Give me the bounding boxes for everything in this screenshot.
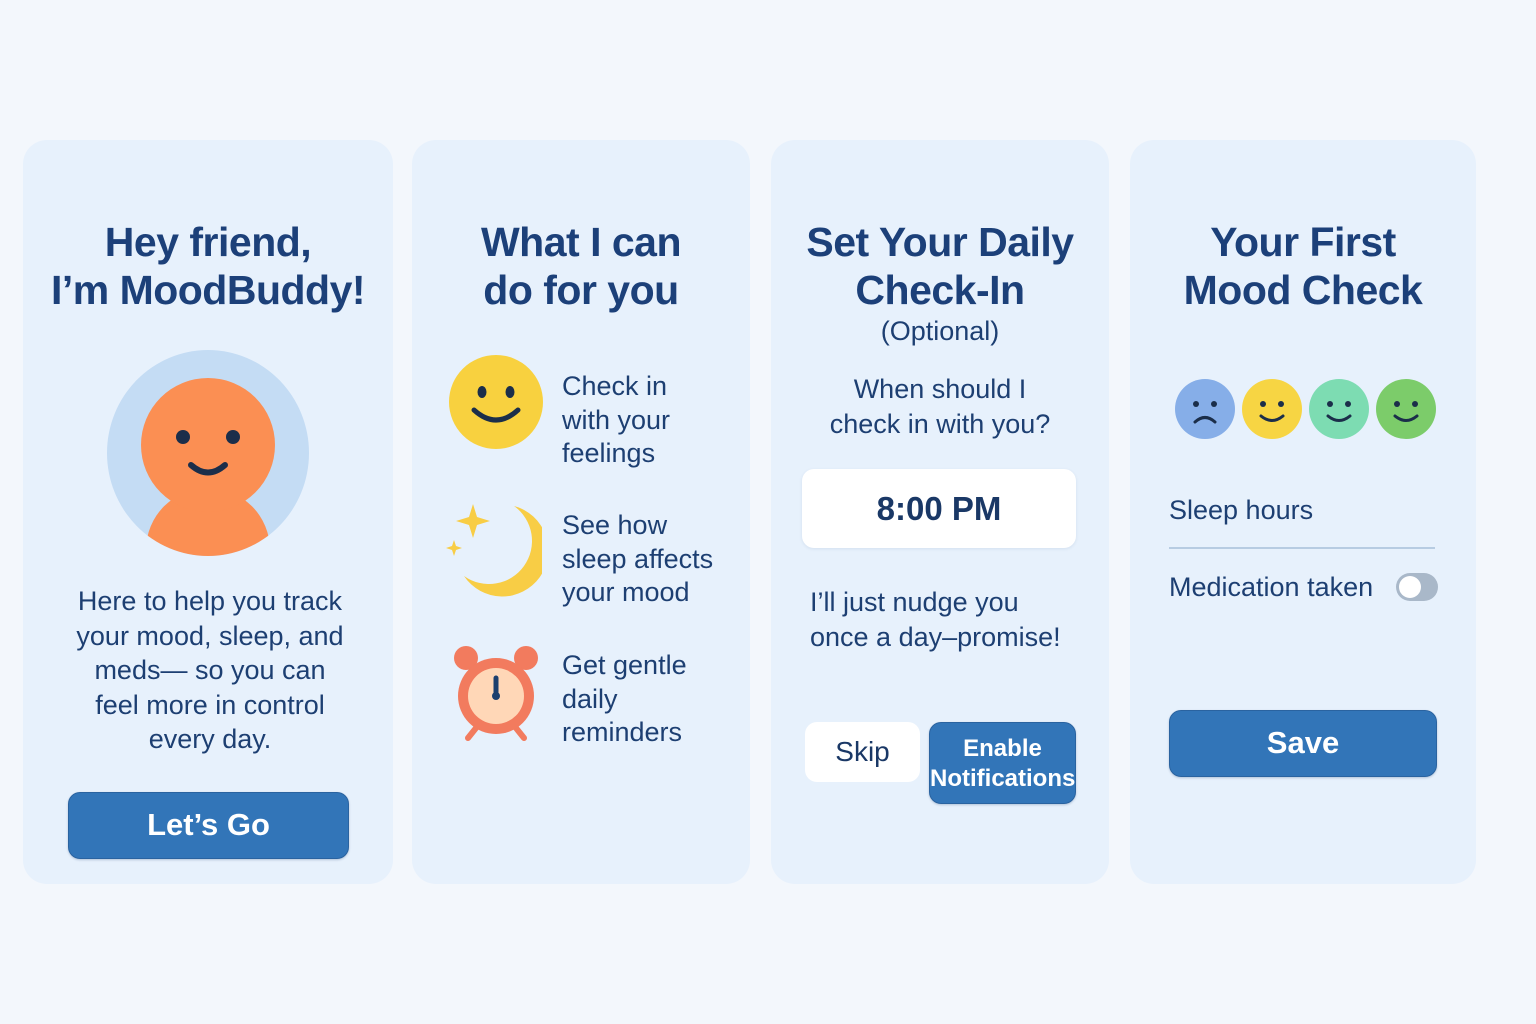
intro-line: every day. bbox=[148, 724, 272, 754]
medication-toggle[interactable] bbox=[1396, 573, 1438, 601]
enable-notifications-button[interactable]: Enable Notifications bbox=[929, 722, 1076, 804]
enable-label-line: Notifications bbox=[930, 765, 1076, 792]
save-button[interactable]: Save bbox=[1169, 710, 1437, 777]
nudge-line: once a day–promise! bbox=[810, 621, 1061, 652]
features-card: What I can do for you Check in with your… bbox=[412, 140, 750, 884]
onboarding-screens: Hey friend, I’m MoodBuddy! Here to help … bbox=[0, 0, 1536, 1024]
intro-line: your mood, sleep, and bbox=[76, 620, 344, 651]
sleep-hours-field[interactable]: Sleep hours bbox=[1169, 495, 1313, 526]
medication-label: Medication taken bbox=[1169, 572, 1374, 602]
feature-sleep-text: See how sleep affects your mood bbox=[562, 509, 713, 610]
feature-line: your mood bbox=[562, 577, 690, 607]
time-picker[interactable]: 8:00 PM bbox=[802, 469, 1076, 548]
welcome-card: Hey friend, I’m MoodBuddy! Here to help … bbox=[23, 140, 393, 884]
intro-line: Here to help you track bbox=[77, 586, 343, 616]
welcome-title-line: I’m MoodBuddy! bbox=[50, 267, 366, 313]
nudge-text: I’ll just nudge you once a day–promise! bbox=[810, 585, 1061, 654]
nudge-line: I’ll just nudge you bbox=[810, 587, 1019, 617]
question-line: check in with you? bbox=[829, 408, 1051, 439]
mood-check-title: Your First Mood Check bbox=[1130, 218, 1476, 314]
optional-label: (Optional) bbox=[880, 316, 1000, 346]
mood-title-line: Your First bbox=[1210, 219, 1396, 265]
divider bbox=[1169, 547, 1435, 549]
moon-stars-icon bbox=[446, 504, 542, 597]
happy-face-icon[interactable] bbox=[1242, 379, 1302, 439]
feature-line: with your bbox=[562, 404, 671, 435]
intro-line: feel more in control bbox=[95, 689, 325, 720]
welcome-title: Hey friend, I’m MoodBuddy! bbox=[23, 218, 393, 314]
feature-line: sleep affects bbox=[562, 543, 714, 574]
feature-feelings-text: Check in with your feelings bbox=[562, 370, 670, 471]
enable-label-line: Enable bbox=[963, 735, 1042, 762]
question-line: When should I bbox=[853, 374, 1027, 404]
mood-option-okay[interactable] bbox=[1242, 379, 1302, 439]
feature-line: daily bbox=[562, 683, 618, 714]
smiley-face-icon bbox=[449, 355, 543, 449]
feature-line: Check in bbox=[562, 371, 668, 401]
feature-reminders-text: Get gentle daily reminders bbox=[562, 649, 687, 750]
toggle-knob bbox=[1399, 576, 1421, 598]
alarm-clock-icon bbox=[454, 646, 538, 741]
checkin-card: Set Your Daily Check-In (Optional) When … bbox=[771, 140, 1109, 884]
features-title: What I can do for you bbox=[412, 218, 750, 314]
intro-line: meds— so you can bbox=[94, 655, 326, 685]
feature-line: reminders bbox=[562, 717, 683, 747]
welcome-title-line: Hey friend, bbox=[104, 219, 312, 265]
mood-title-line: Mood Check bbox=[1183, 267, 1423, 313]
smiling-person-icon bbox=[107, 350, 309, 556]
features-title-line: What I can bbox=[480, 219, 682, 265]
checkin-title-line: Set Your Daily bbox=[806, 219, 1074, 265]
skip-button[interactable]: Skip bbox=[805, 722, 920, 782]
mood-option-great[interactable] bbox=[1376, 379, 1436, 439]
feature-line: feelings bbox=[562, 438, 656, 468]
checkin-title: Set Your Daily Check-In bbox=[771, 218, 1109, 314]
mood-option-good[interactable] bbox=[1309, 379, 1369, 439]
mood-check-card: Your First Mood Check Sleep hours Medica… bbox=[1130, 140, 1476, 884]
lets-go-button[interactable]: Let’s Go bbox=[68, 792, 349, 859]
feature-line: See how bbox=[562, 510, 668, 540]
mood-options bbox=[1175, 379, 1436, 439]
welcome-intro: Here to help you track your mood, sleep,… bbox=[53, 584, 367, 757]
checkin-title-line: Check-In bbox=[855, 267, 1025, 313]
features-title-line: do for you bbox=[483, 267, 679, 313]
feature-line: Get gentle bbox=[562, 650, 687, 680]
mood-option-sad[interactable] bbox=[1175, 379, 1235, 439]
happy-face-icon[interactable] bbox=[1376, 379, 1436, 439]
sad-face-icon[interactable] bbox=[1175, 379, 1235, 439]
happy-face-icon[interactable] bbox=[1309, 379, 1369, 439]
checkin-question: When should I check in with you? bbox=[771, 372, 1109, 441]
